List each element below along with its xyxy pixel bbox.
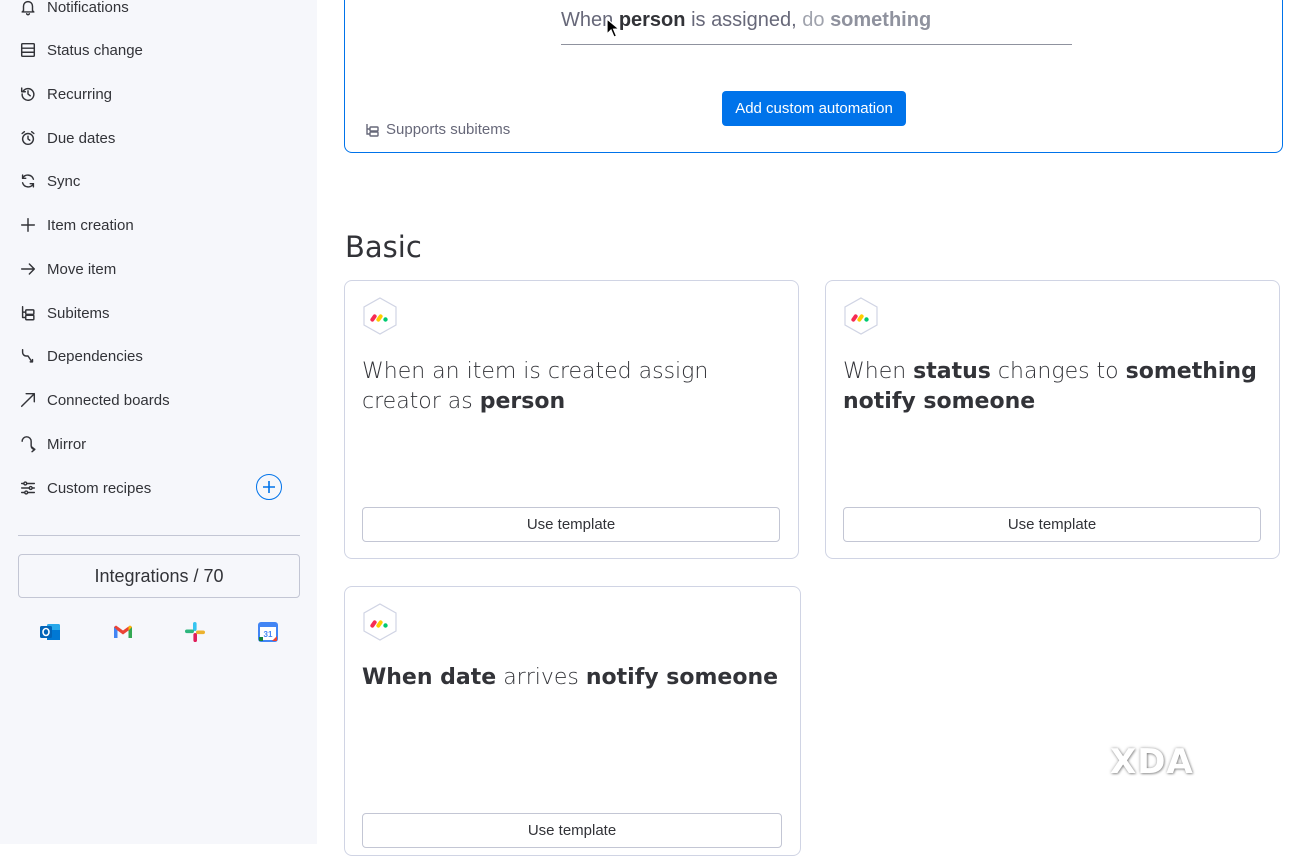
plus-icon: [263, 481, 275, 493]
outlook-icon[interactable]: [38, 620, 62, 644]
description-bold-part: notify someone: [585, 665, 779, 690]
sidebar-item-status-change[interactable]: Status change: [18, 35, 143, 65]
integrations-button[interactable]: Integrations / 70: [18, 554, 300, 598]
sentence-underline: [561, 44, 1072, 45]
section-title: Basic: [345, 230, 422, 264]
sidebar-item-move-item[interactable]: Move item: [18, 254, 116, 284]
description-bold-part: status: [913, 359, 991, 384]
arrow-up-right-icon: [18, 390, 38, 410]
sentence-something-field[interactable]: something: [830, 9, 931, 31]
description-part: arrives: [496, 665, 586, 690]
use-template-button[interactable]: Use template: [362, 813, 782, 848]
sidebar-item-recurring[interactable]: Recurring: [18, 79, 112, 109]
sidebar-item-label: Notifications: [47, 0, 129, 16]
template-card[interactable]: When status changes to something notify …: [825, 280, 1280, 559]
slack-icon[interactable]: [183, 620, 207, 644]
svg-text:31: 31: [264, 630, 273, 639]
sentence-do: do: [802, 9, 825, 31]
custom-automation-box: When person is assigned, do something Ad…: [344, 0, 1283, 153]
sentence-person-field[interactable]: person: [619, 9, 686, 31]
mirror-icon: [18, 434, 38, 454]
sidebar-item-mirror[interactable]: Mirror: [18, 429, 86, 459]
sidebar-item-label: Subitems: [47, 304, 110, 322]
sidebar-item-label: Mirror: [47, 435, 87, 453]
sidebar-item-subitems[interactable]: Subitems: [18, 298, 110, 328]
plus-icon: [18, 215, 38, 235]
template-description: When date arrives notify someone: [362, 663, 782, 693]
description-part: changes to: [990, 359, 1126, 384]
sidebar-item-label: Dependencies: [47, 347, 143, 365]
sidebar-item-connected-boards[interactable]: Connected boards: [18, 385, 170, 415]
sidebar-item-label: Sync: [47, 172, 81, 190]
sidebar-item-label: Custom recipes: [47, 479, 152, 497]
arrow-right-icon: [18, 259, 38, 279]
sidebar-item-label: Status change: [47, 41, 143, 59]
template-card[interactable]: When an item is created assign creator a…: [344, 280, 799, 559]
dependency-icon: [18, 346, 38, 366]
sidebar-item-label: Item creation: [47, 216, 134, 234]
alarm-clock-icon: [18, 128, 38, 148]
add-custom-recipe-button[interactable]: [256, 474, 282, 500]
monday-logo-icon: [363, 297, 397, 335]
sidebar-item-dependencies[interactable]: Dependencies: [18, 341, 143, 371]
sidebar-item-label: Move item: [47, 260, 117, 278]
sidebar-item-label: Due dates: [47, 129, 116, 147]
sidebar-item-notifications[interactable]: Notifications: [18, 0, 129, 22]
recurring-icon: [18, 84, 38, 104]
sidebar-item-label: Connected boards: [47, 391, 170, 409]
sentence-assigned: is assigned,: [691, 9, 797, 31]
subitems-icon: [366, 123, 379, 137]
sync-icon: [18, 171, 38, 191]
description-bold-part: When date: [362, 665, 497, 690]
google-calendar-icon[interactable]: 31: [256, 620, 280, 644]
supports-subitems: Supports subitems: [364, 121, 510, 138]
sidebar: Notifications Status change Recurring Du…: [0, 0, 317, 844]
sidebar-divider: [18, 535, 300, 536]
sidebar-item-custom-recipes[interactable]: Custom recipes: [18, 473, 151, 503]
sidebar-item-label: Recurring: [47, 85, 113, 103]
add-custom-automation-button[interactable]: Add custom automation: [722, 91, 906, 126]
description-part: When: [843, 359, 914, 384]
template-description: When an item is created assign creator a…: [362, 357, 780, 417]
sidebar-item-due-dates[interactable]: Due dates: [18, 123, 115, 153]
mouse-cursor-icon: [606, 17, 621, 38]
supports-subitems-label: Supports subitems: [386, 121, 511, 138]
template-description: When status changes to something notify …: [843, 357, 1261, 417]
description-bold-part: person: [479, 389, 566, 414]
sidebar-item-item-creation[interactable]: Item creation: [18, 210, 134, 240]
template-card[interactable]: When date arrives notify someone Use tem…: [344, 586, 801, 856]
status-list-icon: [18, 40, 38, 60]
sidebar-item-sync[interactable]: Sync: [18, 166, 80, 196]
gmail-icon[interactable]: [111, 620, 135, 644]
monday-logo-icon: [363, 603, 397, 641]
bell-icon: [18, 0, 38, 17]
sliders-icon: [18, 478, 38, 498]
xda-watermark: XDA: [1110, 742, 1194, 782]
use-template-button[interactable]: Use template: [843, 507, 1261, 542]
use-template-button[interactable]: Use template: [362, 507, 780, 542]
monday-logo-icon: [844, 297, 878, 335]
subitems-icon: [18, 303, 38, 323]
